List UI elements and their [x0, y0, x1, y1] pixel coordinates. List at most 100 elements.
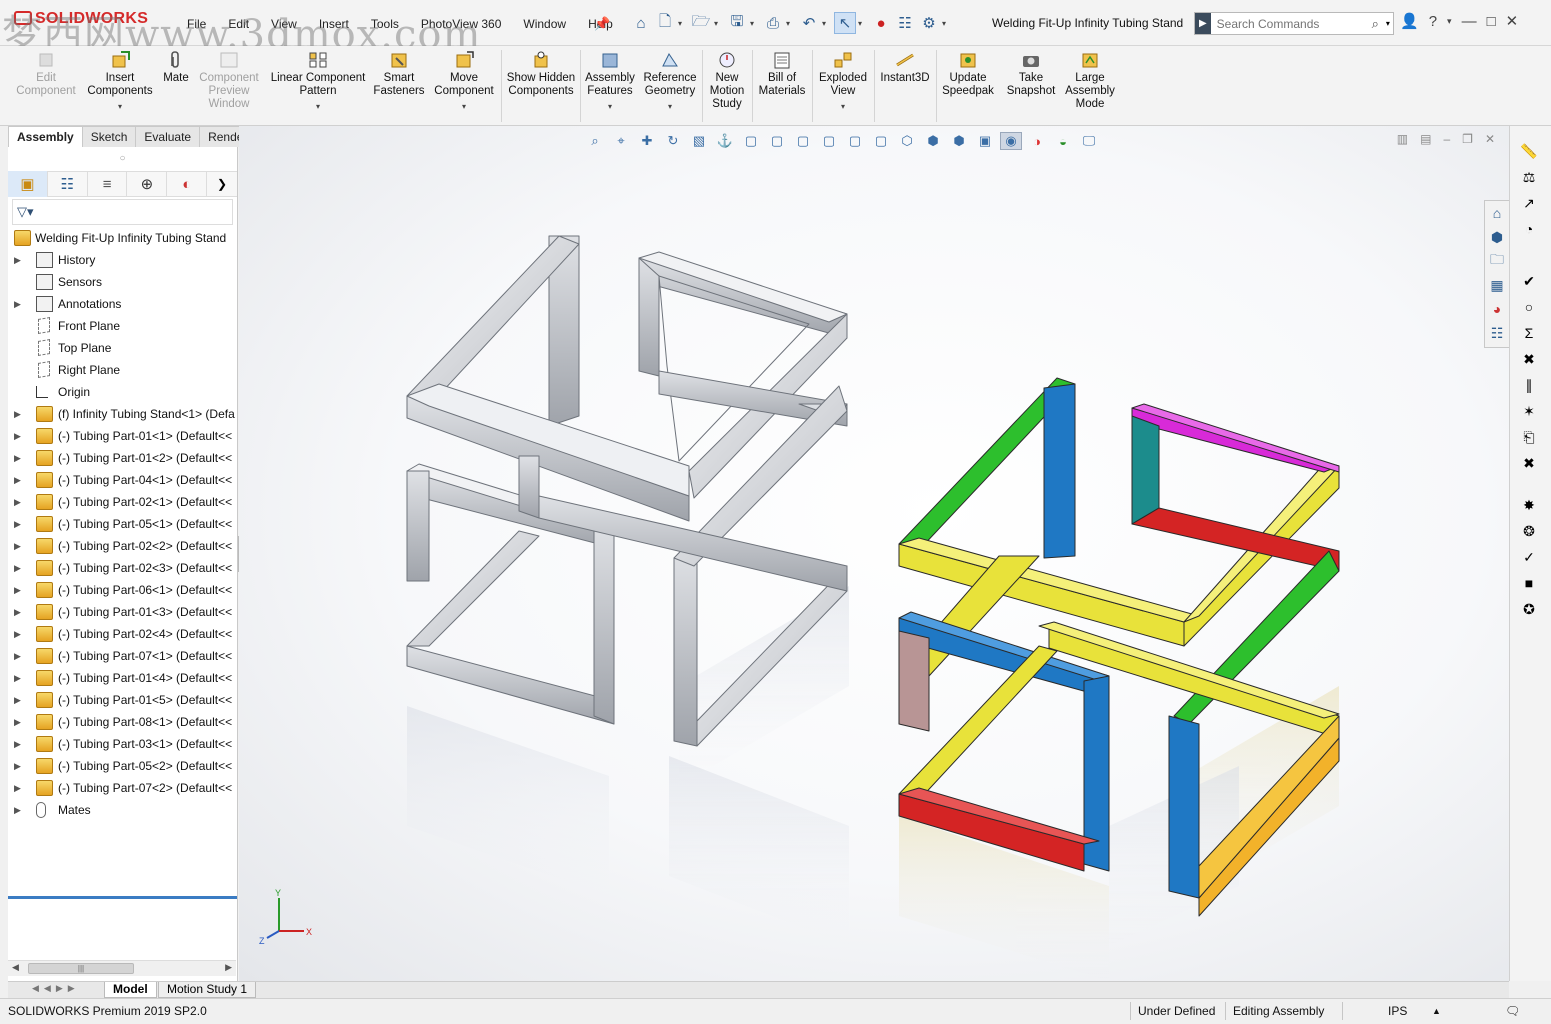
- chevron-down-icon[interactable]: ▾: [118, 100, 122, 113]
- display-style-icon[interactable]: ▣: [974, 132, 996, 150]
- chevron-up-icon[interactable]: ▲: [1432, 1002, 1441, 1020]
- linear-component-pattern-button[interactable]: Linear Component Pattern ▾: [266, 50, 370, 113]
- tree-item-component[interactable]: ▶ (-) Tubing Part-01<5> (Default<<: [8, 689, 237, 711]
- menu-insert[interactable]: Insert: [308, 16, 360, 32]
- solidworks-logo[interactable]: SOLIDWORKS: [14, 10, 148, 28]
- left-view-icon[interactable]: ▢: [792, 132, 814, 150]
- dimxpert-manager-tab-icon[interactable]: ⊕: [127, 171, 168, 197]
- expand-arrow-icon[interactable]: ▶: [14, 601, 21, 623]
- tree-item-component[interactable]: ▶ (-) Tubing Part-02<4> (Default<<: [8, 623, 237, 645]
- expand-arrow-icon[interactable]: ▶: [14, 755, 21, 777]
- component-preview-window-button[interactable]: Component Preview Window: [196, 50, 262, 111]
- chevron-down-icon[interactable]: ▾: [841, 100, 845, 113]
- search-input[interactable]: [1210, 16, 1372, 31]
- chevron-down-icon[interactable]: ▾: [678, 19, 688, 28]
- panel-grip[interactable]: ○: [8, 147, 237, 171]
- select-cursor-icon[interactable]: ↖: [834, 12, 856, 34]
- sensor-icon[interactable]: ↗: [1519, 194, 1539, 212]
- split-left-icon[interactable]: ▥: [1397, 132, 1408, 146]
- expand-arrow-icon[interactable]: ▶: [14, 645, 21, 667]
- bill-of-materials-button[interactable]: Bill of Materials: [754, 50, 810, 98]
- save-icon[interactable]: 🖫: [726, 12, 748, 34]
- tab-motion-study[interactable]: Motion Study 1: [158, 982, 257, 998]
- mate-button[interactable]: Mate: [158, 50, 194, 85]
- simulation-icon[interactable]: ✸: [1519, 496, 1539, 514]
- clearance-icon[interactable]: ∥: [1519, 376, 1539, 394]
- user-icon[interactable]: 👤: [1400, 12, 1419, 30]
- tree-item-component[interactable]: ▶ (-) Tubing Part-01<1> (Default<<: [8, 425, 237, 447]
- pin-icon[interactable]: 📌: [594, 16, 610, 32]
- rebuild-traffic-light-icon[interactable]: ●: [870, 12, 892, 34]
- property-manager-tab-icon[interactable]: ☷: [48, 171, 88, 197]
- tree-item-component[interactable]: ▶ (-) Tubing Part-05<1> (Default<<: [8, 513, 237, 535]
- home-icon[interactable]: ⌂: [630, 12, 652, 34]
- scroll-left-icon[interactable]: ◀: [12, 962, 19, 973]
- zoom-to-area-icon[interactable]: ⌖: [610, 132, 632, 150]
- chevron-down-icon[interactable]: ▾: [786, 19, 796, 28]
- menu-window[interactable]: Window: [512, 16, 577, 32]
- chevron-down-icon[interactable]: ▾: [714, 19, 724, 28]
- chevron-down-icon[interactable]: ▾: [462, 100, 466, 113]
- expand-arrow-icon[interactable]: ▶: [14, 535, 21, 557]
- section-view-icon[interactable]: ▧: [688, 132, 710, 150]
- search-scope-icon[interactable]: ▶: [1195, 13, 1211, 34]
- compare-documents-icon[interactable]: ⎗: [1519, 428, 1539, 446]
- expand-arrow-icon[interactable]: ▶: [14, 513, 21, 535]
- pan-icon[interactable]: ✚: [636, 132, 658, 150]
- expand-arrow-icon[interactable]: ▶: [14, 425, 21, 447]
- home-icon[interactable]: ⌂: [1485, 201, 1509, 225]
- update-speedpak-button[interactable]: Update Speedpak: [938, 50, 998, 98]
- chevron-down-icon[interactable]: ▾: [316, 100, 320, 113]
- chevron-down-icon[interactable]: ▾: [1447, 16, 1452, 27]
- interference-icon[interactable]: ✖: [1519, 350, 1539, 368]
- view-settings-icon[interactable]: 🖵: [1078, 132, 1100, 150]
- minimize-icon[interactable]: –: [1443, 132, 1450, 146]
- tree-item-component[interactable]: ▶ (-) Tubing Part-03<1> (Default<<: [8, 733, 237, 755]
- rollback-bar[interactable]: [8, 896, 237, 899]
- filter-icon[interactable]: ▽▾: [17, 204, 34, 220]
- custom-properties-icon[interactable]: ☷: [1485, 321, 1509, 345]
- expand-arrow-icon[interactable]: ▶: [14, 557, 21, 579]
- split-right-icon[interactable]: ▤: [1420, 132, 1431, 146]
- tree-root[interactable]: Welding Fit-Up Infinity Tubing Stand: [8, 227, 237, 249]
- bottom-view-icon[interactable]: ▢: [870, 132, 892, 150]
- feature-manager-tab-icon[interactable]: ▣: [8, 171, 48, 197]
- unit-system[interactable]: IPS: [1388, 1002, 1407, 1020]
- graphics-area[interactable]: Y X Z ⌕ ⌖ ✚ ↻ ▧ ⚓ ▢ ▢ ▢ ▢ ▢ ▢ ⬡ ⬢ ⬢ ▣ ◉ …: [239, 126, 1509, 981]
- tree-item-component[interactable]: ▶ (-) Tubing Part-05<2> (Default<<: [8, 755, 237, 777]
- hole-alignment-icon[interactable]: ✶: [1519, 402, 1539, 420]
- appearances-icon[interactable]: ◕: [1485, 297, 1509, 321]
- chevron-down-icon[interactable]: ▾: [942, 19, 952, 28]
- check-icon[interactable]: ✔: [1519, 272, 1539, 290]
- maximize-icon[interactable]: □: [1487, 13, 1496, 30]
- tree-horizontal-scrollbar[interactable]: ◀ ||| ▶: [8, 960, 236, 976]
- expand-arrow-icon[interactable]: ▶: [14, 579, 21, 601]
- tree-item-component[interactable]: ▶ (-) Tubing Part-01<2> (Default<<: [8, 447, 237, 469]
- tab-sketch[interactable]: Sketch: [81, 126, 137, 147]
- edit-appearance-icon[interactable]: ◑: [1026, 132, 1048, 150]
- expand-arrow-icon[interactable]: ▶: [14, 777, 21, 799]
- help-icon[interactable]: ?: [1429, 13, 1437, 30]
- expand-arrow-icon[interactable]: ▶: [14, 293, 21, 315]
- expand-arrow-icon[interactable]: ▶: [14, 249, 21, 271]
- rotate-view-icon[interactable]: ↻: [662, 132, 684, 150]
- sum-icon[interactable]: Σ: [1519, 324, 1539, 342]
- chevron-down-icon[interactable]: ▾: [1386, 19, 1393, 28]
- zoom-to-fit-icon[interactable]: ⌕: [584, 132, 606, 150]
- 3d-content-icon[interactable]: ⬢: [1485, 225, 1509, 249]
- move-component-button[interactable]: Move Component ▾: [430, 50, 498, 113]
- chevron-right-icon[interactable]: ❯: [207, 171, 237, 197]
- back-view-icon[interactable]: ▢: [766, 132, 788, 150]
- exploded-view-button[interactable]: Exploded View ▾: [814, 50, 872, 113]
- expand-arrow-icon[interactable]: ▶: [14, 711, 21, 733]
- menu-tools[interactable]: Tools: [360, 16, 410, 32]
- reference-geometry-button[interactable]: Reference Geometry ▾: [640, 50, 700, 113]
- tree-item-mates[interactable]: ▶ Mates: [8, 799, 237, 821]
- options-gear-icon[interactable]: ⚙: [918, 12, 940, 34]
- tree-item-component[interactable]: ▶ (-) Tubing Part-01<4> (Default<<: [8, 667, 237, 689]
- tab-evaluate[interactable]: Evaluate: [135, 126, 201, 147]
- tree-item-component[interactable]: ▶ (-) Tubing Part-02<2> (Default<<: [8, 535, 237, 557]
- scroll-right-icon[interactable]: ▶: [225, 962, 232, 973]
- menu-edit[interactable]: Edit: [217, 16, 260, 32]
- menu-photoview[interactable]: PhotoView 360: [410, 16, 513, 32]
